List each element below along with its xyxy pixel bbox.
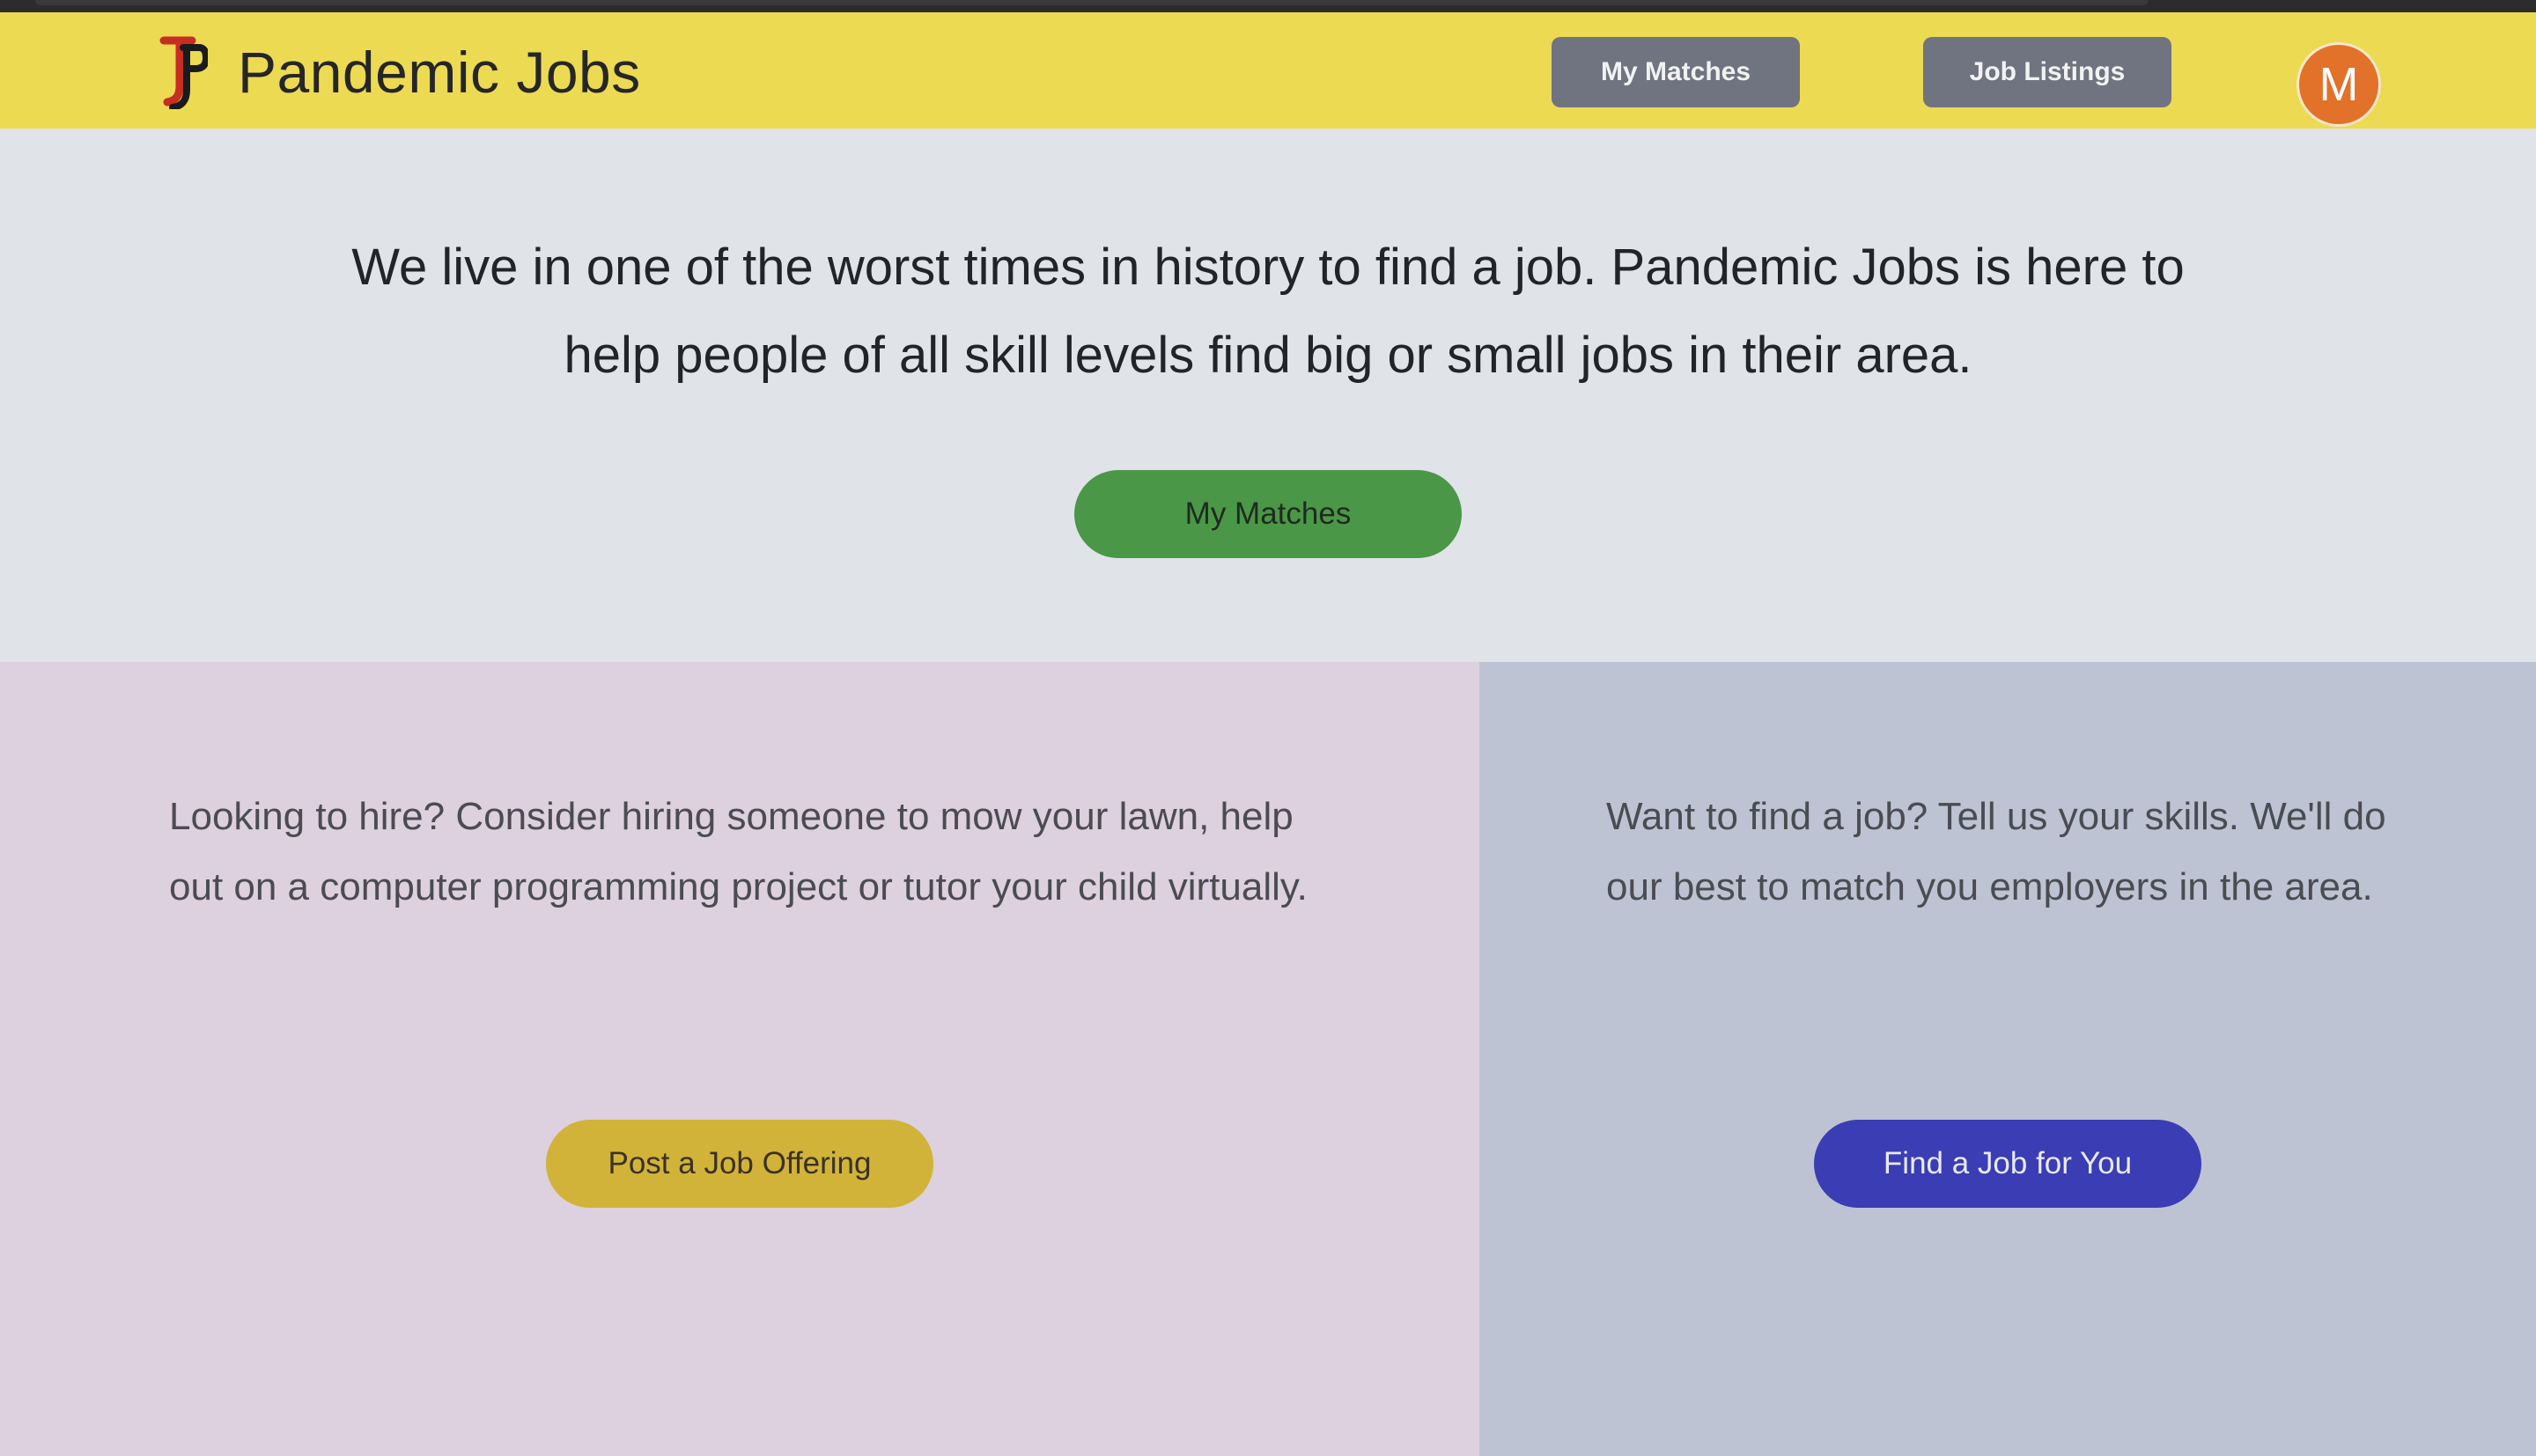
seek-panel: Want to find a job? Tell us your skills.… bbox=[1479, 662, 2536, 1456]
top-navbar: Pandemic Jobs My Matches Job Listings M bbox=[0, 12, 2536, 129]
hero-text: We live in one of the worst times in his… bbox=[351, 239, 2185, 384]
brand[interactable]: Pandemic Jobs bbox=[157, 33, 641, 111]
brand-name: Pandemic Jobs bbox=[238, 40, 641, 105]
find-job-button[interactable]: Find a Job for You bbox=[1814, 1120, 2201, 1208]
browser-tab-edge bbox=[35, 0, 2149, 5]
hero-my-matches-button[interactable]: My Matches bbox=[1074, 470, 1462, 558]
browser-top-strip bbox=[0, 0, 2536, 12]
hire-panel-text: Looking to hire? Consider hiring someone… bbox=[169, 795, 1308, 908]
hero-section: We live in one of the worst times in his… bbox=[0, 129, 2536, 662]
user-avatar[interactable]: M bbox=[2296, 42, 2381, 127]
nav-my-matches-button[interactable]: My Matches bbox=[1552, 37, 1800, 107]
hire-panel: Looking to hire? Consider hiring someone… bbox=[0, 662, 1479, 1456]
logo-icon bbox=[157, 35, 208, 109]
nav-job-listings-button[interactable]: Job Listings bbox=[1923, 37, 2171, 107]
seek-panel-text: Want to find a job? Tell us your skills.… bbox=[1606, 795, 2386, 908]
post-job-offering-button[interactable]: Post a Job Offering bbox=[546, 1120, 933, 1208]
